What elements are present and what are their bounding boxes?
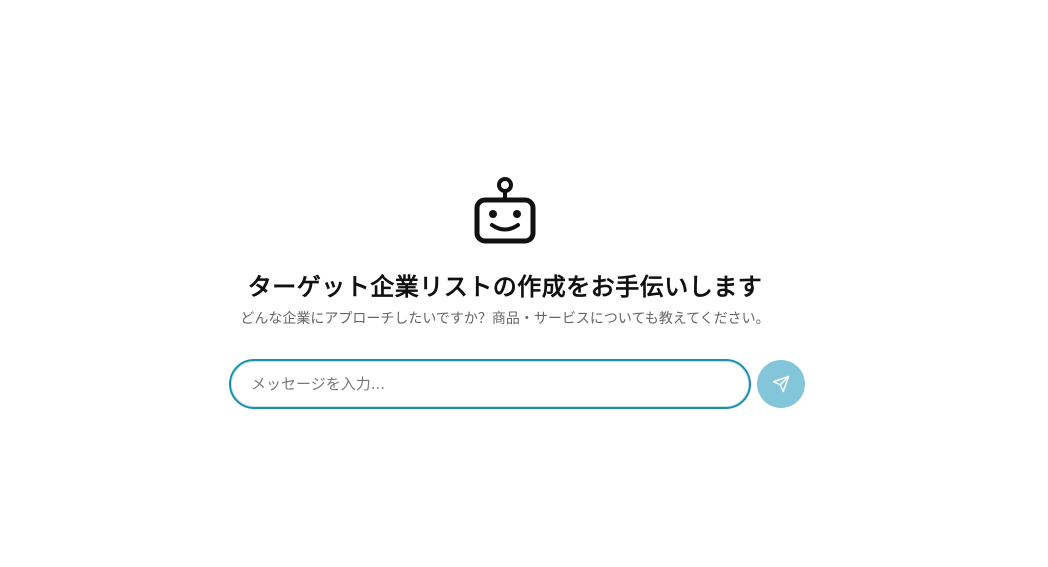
- robot-icon: [474, 177, 536, 244]
- welcome-section: ターゲット企業リストの作成をお手伝いします どんな企業にアプローチしたいですか？…: [0, 175, 1010, 409]
- message-composer: [229, 359, 805, 409]
- chat-start-page: ターゲット企業リストの作成をお手伝いします どんな企業にアプローチしたいですか？…: [0, 0, 1048, 567]
- message-input[interactable]: [249, 374, 731, 394]
- page-title: ターゲット企業リストの作成をお手伝いします: [247, 273, 763, 301]
- page-subtitle: どんな企業にアプローチしたいですか？商品・サービスについても教えてください。: [240, 311, 770, 327]
- send-button[interactable]: [757, 360, 805, 408]
- message-input-wrapper: [229, 359, 751, 409]
- send-icon: [772, 375, 790, 393]
